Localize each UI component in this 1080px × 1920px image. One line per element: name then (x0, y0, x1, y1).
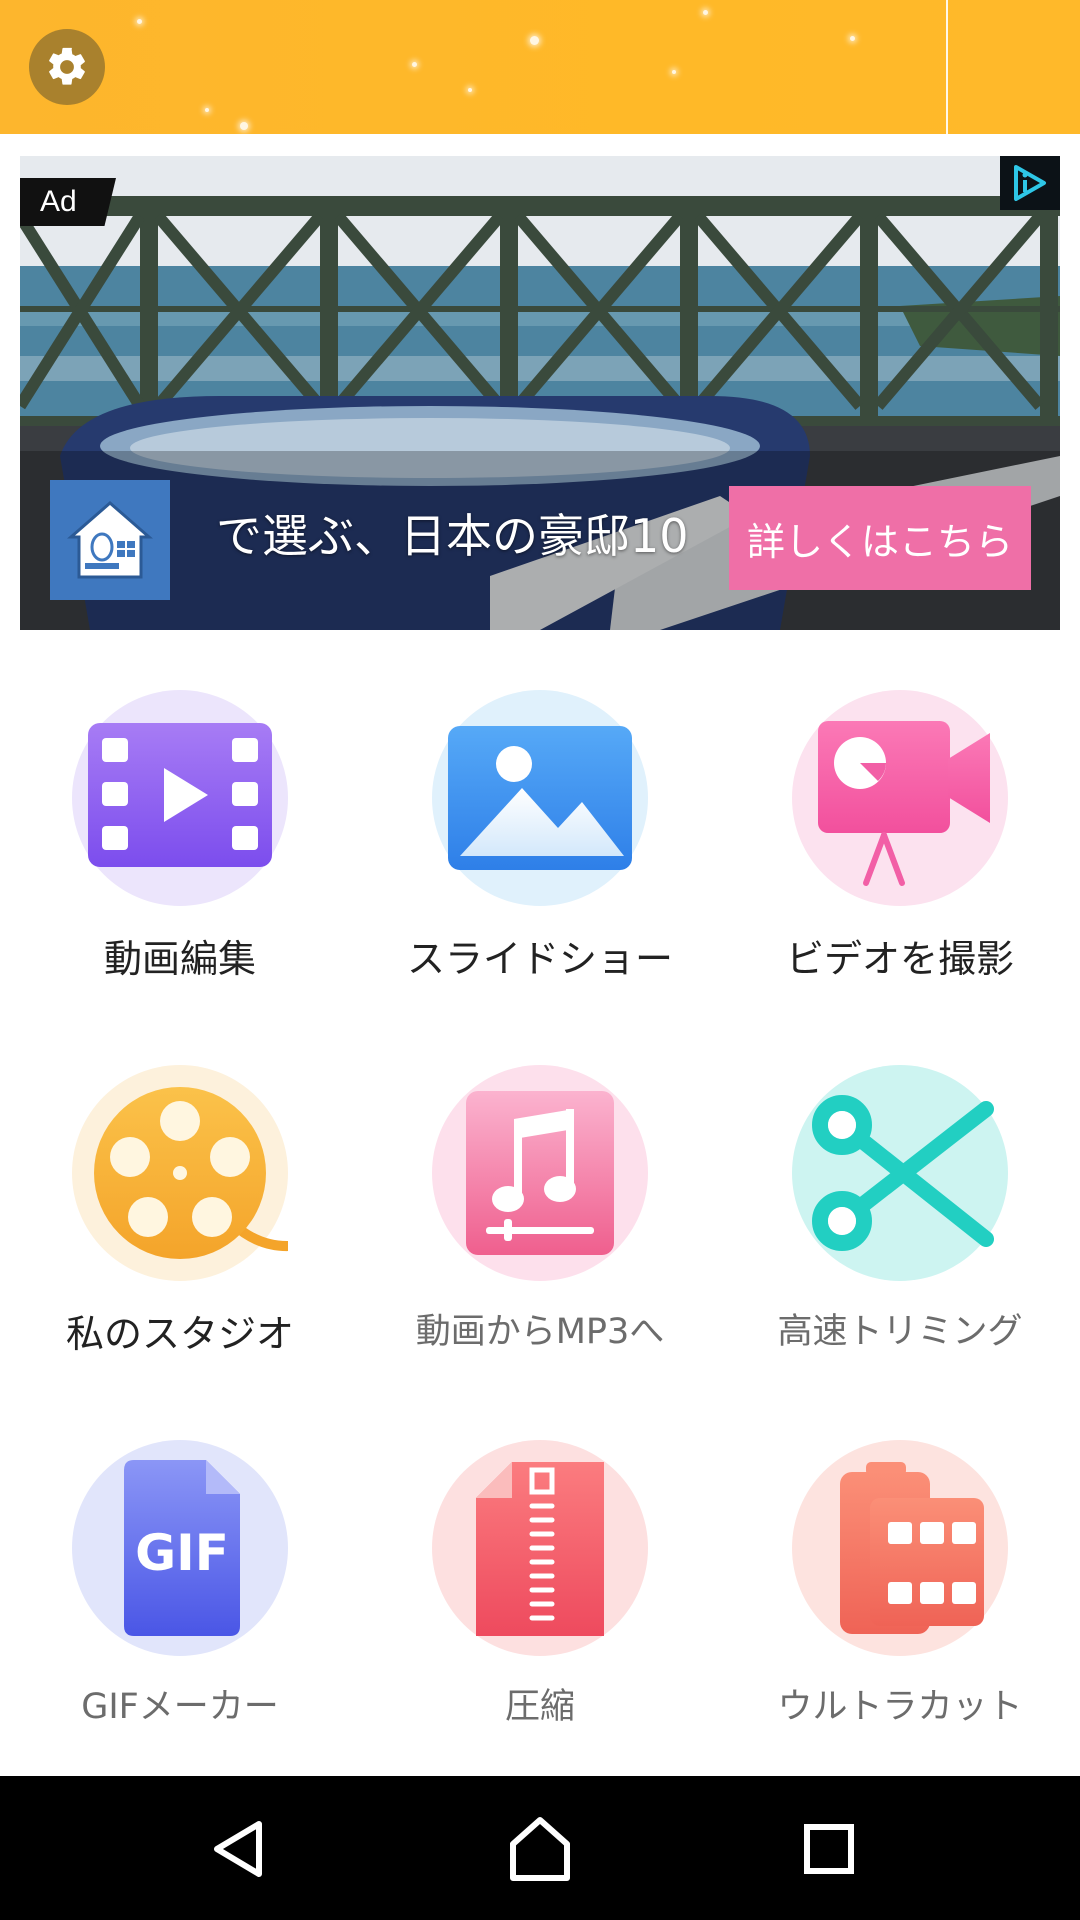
back-button[interactable] (195, 1804, 285, 1894)
recents-button[interactable] (784, 1804, 874, 1894)
tile-icon-bg (432, 690, 648, 906)
tile-icon-bg (792, 690, 1008, 906)
film-play-icon (88, 723, 272, 867)
house-icon (66, 501, 154, 579)
tile-label: GIFメーカー (81, 1687, 279, 1727)
tile-gif-maker[interactable]: GIF GIFメーカー (0, 1410, 360, 1785)
ad-banner[interactable]: Ad で選ぶ、日本の豪邸10 詳しくはこちら (20, 156, 1060, 630)
ad-headline: で選ぶ、日本の豪邸10 (216, 509, 689, 563)
zip-file-icon (476, 1462, 604, 1636)
tile-label: 私のスタジオ (65, 1312, 294, 1356)
tile-icon-bg (792, 1065, 1008, 1281)
tile-label: 動画からMP3へ (415, 1312, 665, 1352)
sparkle (672, 70, 676, 74)
sparkle (240, 122, 248, 130)
advertiser-logo[interactable] (50, 480, 170, 600)
settings-button[interactable] (29, 29, 105, 105)
tile-label: スライドショー (406, 937, 673, 981)
tile-icon-bg (432, 1065, 648, 1281)
tile-icon-bg (72, 690, 288, 906)
system-nav-bar (0, 1776, 1080, 1920)
tile-fast-trim[interactable]: 高速トリミング (720, 1035, 1080, 1410)
sparkle (530, 36, 539, 45)
sparkle (850, 36, 855, 41)
gif-file-icon: GIF (124, 1460, 240, 1636)
scissors-icon (812, 1095, 994, 1251)
tile-icon-bg (792, 1440, 1008, 1656)
sparkle (412, 62, 417, 67)
tile-ultra-cut[interactable]: ウルトラカット (720, 1410, 1080, 1785)
tile-icon-bg (72, 1065, 288, 1281)
back-icon (214, 1821, 262, 1877)
app-header (0, 0, 1080, 134)
gear-icon (49, 47, 85, 85)
adchoices-button[interactable] (1000, 156, 1060, 210)
tile-icon-bg: GIF (72, 1440, 288, 1656)
tile-video-to-mp3[interactable]: 動画からMP3へ (360, 1035, 720, 1410)
ultra-cut-icon (840, 1462, 984, 1634)
ad-cta-button[interactable]: 詳しくはこちら (729, 486, 1031, 590)
home-button[interactable] (495, 1804, 585, 1894)
tile-label: 圧縮 (504, 1687, 575, 1727)
sparkle (137, 19, 142, 24)
tile-label: ビデオを撮影 (785, 937, 1014, 981)
tile-label: 動画編集 (103, 937, 256, 981)
svg-text:GIF: GIF (135, 1524, 229, 1582)
recents-icon (804, 1824, 854, 1874)
sparkle (703, 10, 708, 15)
sparkle (205, 108, 209, 112)
adchoices-icon (1014, 165, 1046, 201)
sparkle (468, 88, 472, 92)
video-camera-icon (818, 721, 990, 886)
ad-badge: Ad (20, 178, 116, 226)
tile-label: 高速トリミング (777, 1312, 1023, 1352)
film-reel-icon (94, 1087, 288, 1259)
tile-compress[interactable]: 圧縮 (360, 1410, 720, 1785)
header-divider (946, 0, 948, 134)
home-icon (510, 1817, 570, 1881)
tile-slideshow[interactable]: スライドショー (360, 660, 720, 1035)
tile-icon-bg (432, 1440, 648, 1656)
tile-my-studio[interactable]: 私のスタジオ (0, 1035, 360, 1410)
tile-record-video[interactable]: ビデオを撮影 (720, 660, 1080, 1035)
music-note-icon (466, 1091, 614, 1255)
tile-video-edit[interactable]: 動画編集 (0, 660, 360, 1035)
tile-label: ウルトラカット (777, 1687, 1023, 1727)
picture-icon (448, 726, 632, 870)
